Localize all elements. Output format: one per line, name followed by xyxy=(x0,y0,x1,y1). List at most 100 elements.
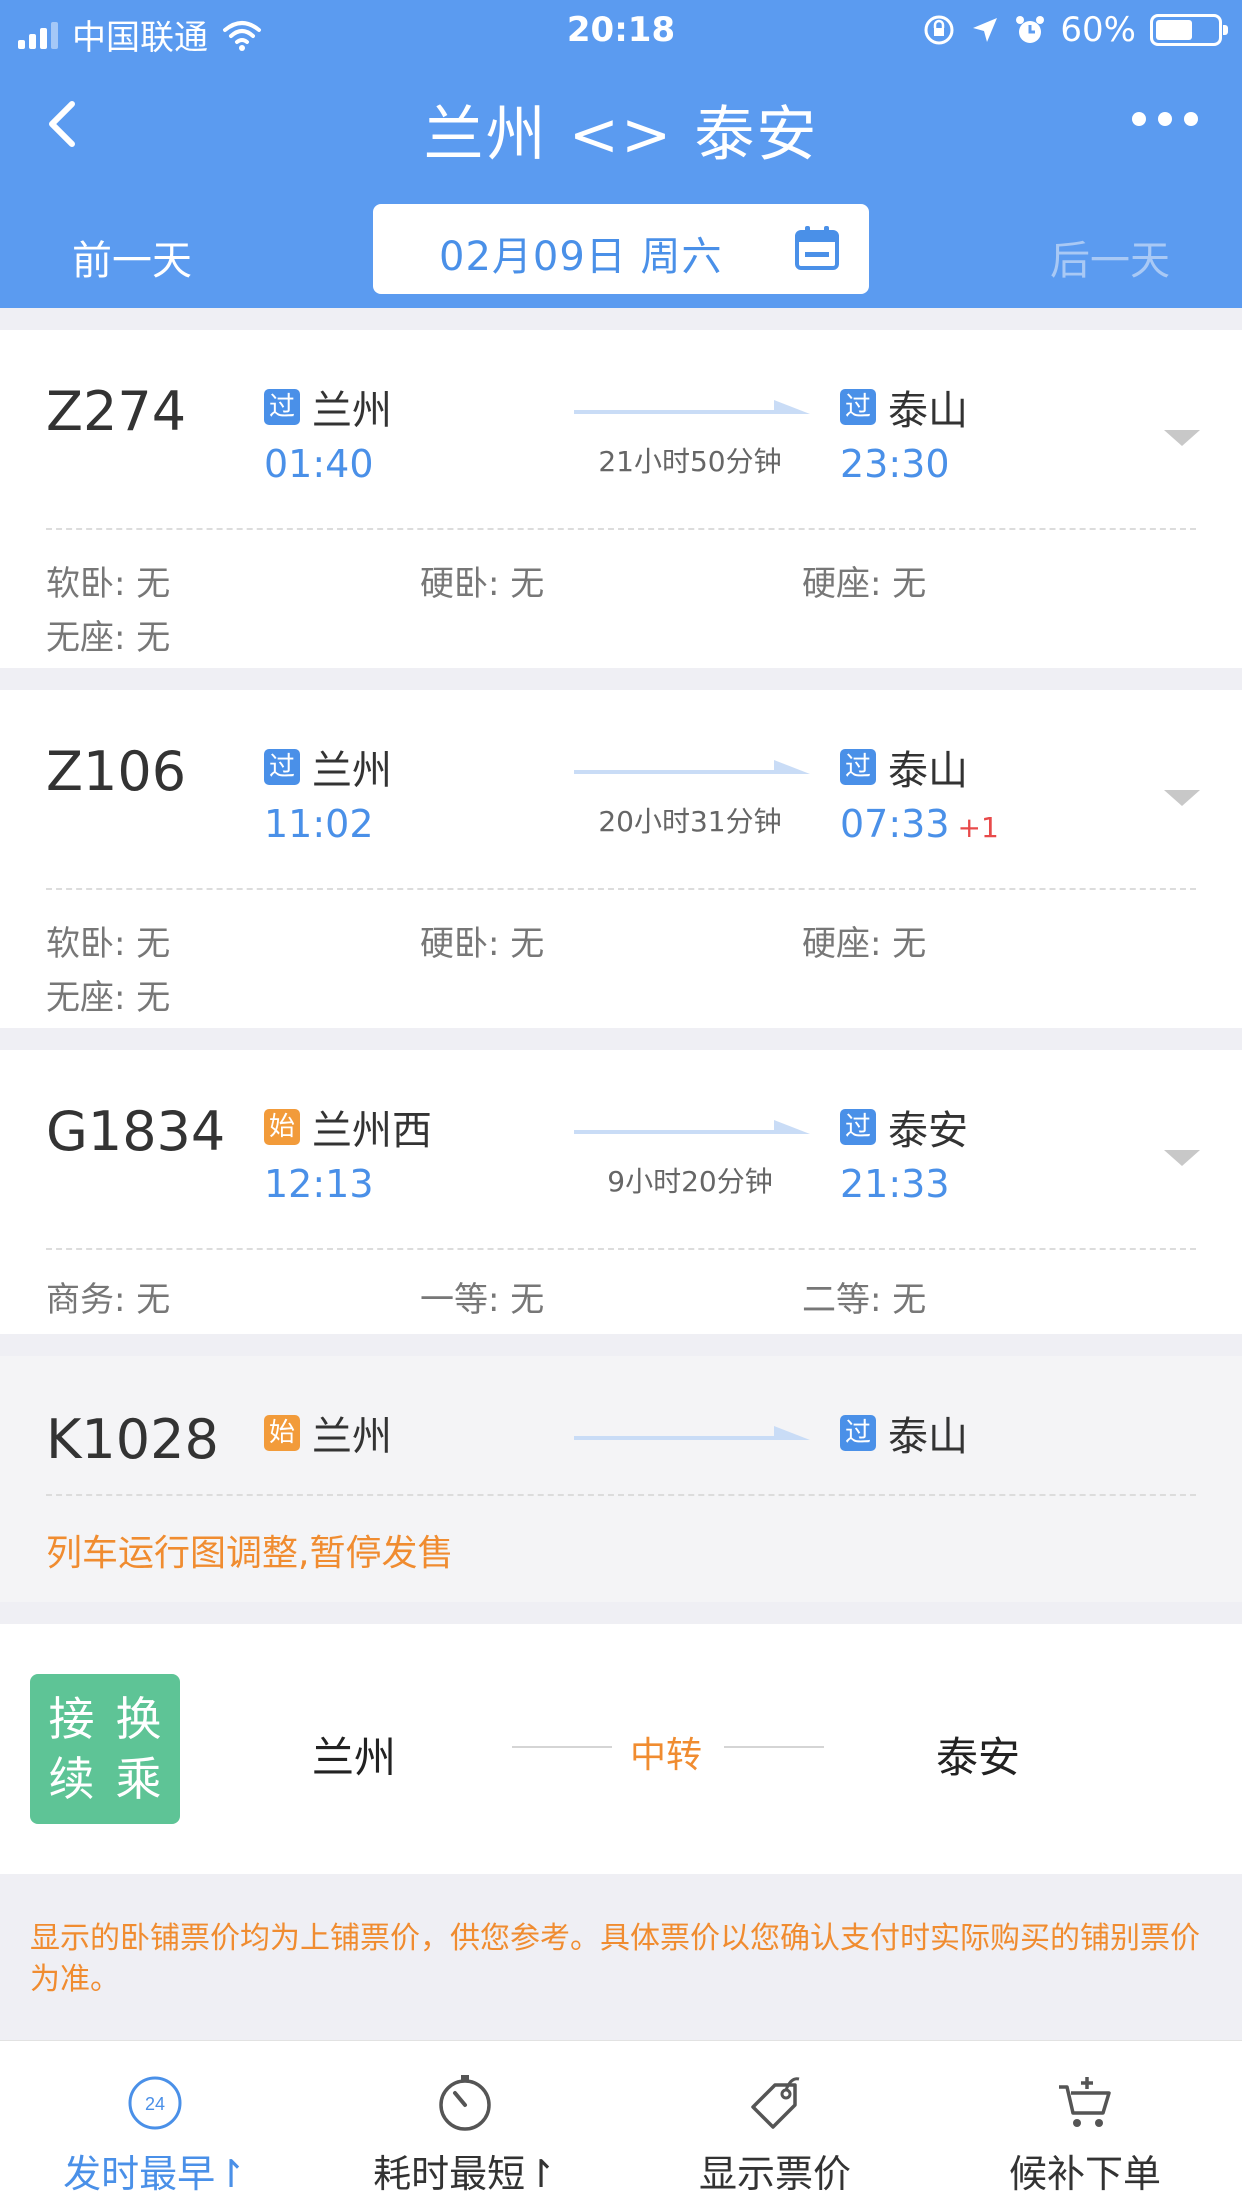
sort-marker: ↾ xyxy=(525,2152,557,2196)
more-dots-icon[interactable] xyxy=(1132,112,1198,126)
train-number: G1834 xyxy=(46,1100,226,1163)
transfer-from: 兰州 xyxy=(312,1733,397,1782)
cart-add-icon xyxy=(1059,2077,1111,2127)
alarm-icon xyxy=(1016,16,1045,43)
from-station: 兰州 xyxy=(312,388,392,434)
price-disclaimer: 显示的卧铺票价均为上铺票价，供您参考。具体票价以您确认支付时实际购买的铺别票价为… xyxy=(30,1921,1200,1997)
route-arrow-icon xyxy=(574,400,810,414)
status-bar: 中国联通 20:18 60% xyxy=(0,0,1242,62)
clock-24-icon: 24 xyxy=(128,2076,182,2130)
next-day-button[interactable]: 后一天 xyxy=(1050,228,1170,286)
to-station: 泰安 xyxy=(888,1108,968,1154)
divider xyxy=(46,888,1196,890)
origin-tag: 始 xyxy=(264,1415,300,1451)
sort-marker: ↾ xyxy=(215,2152,247,2196)
location-icon xyxy=(973,18,998,42)
header: 中国联通 20:18 60% 兰州 <> 泰安 前一天 02月09日 周六 后一… xyxy=(0,0,1242,308)
train-card-z106[interactable]: Z106 过 兰州 11:02 20小时31分钟 过 泰山 07:33 +1 软卧… xyxy=(0,690,1242,1028)
to-station: 泰山 xyxy=(888,388,968,434)
pass-through-tag: 过 xyxy=(264,749,300,785)
seat-availability: 硬座: 无 xyxy=(802,924,927,964)
toolbar-label: 候补下单 xyxy=(1008,2152,1161,2196)
bottom-toolbar: 24 发时最早↾ 耗时最短↾ 显示票价 候补下单 xyxy=(0,2040,1242,2208)
to-station: 泰山 xyxy=(888,748,968,794)
duration: 21小时50分钟 xyxy=(598,445,782,478)
badge-char: 续 xyxy=(48,1752,95,1806)
divider xyxy=(46,1248,1196,1250)
from-station: 兰州 xyxy=(312,1414,392,1460)
stopwatch-icon xyxy=(439,2075,491,2131)
seat-availability: 硬卧: 无 xyxy=(420,924,545,964)
page-title: 兰州 <> 泰安 xyxy=(423,100,819,170)
arrive-time: 21:33 xyxy=(840,1162,950,1206)
toolbar-label: 显示票价 xyxy=(698,2152,851,2196)
show-price-button[interactable]: 显示票价 xyxy=(620,2041,930,2208)
pass-through-tag: 过 xyxy=(840,1415,876,1451)
seat-availability: 硬卧: 无 xyxy=(420,564,545,604)
badge-char: 换 xyxy=(115,1692,162,1746)
date-bar: 前一天 02月09日 周六 后一天 xyxy=(0,200,1242,300)
seat-availability: 无座: 无 xyxy=(46,618,171,658)
toolbar-label: 发时最早 xyxy=(63,2152,216,2196)
pass-through-tag: 过 xyxy=(840,1109,876,1145)
seat-availability: 软卧: 无 xyxy=(46,564,171,604)
seat-availability: 二等: 无 xyxy=(802,1280,927,1320)
divider xyxy=(512,1746,612,1748)
sale-suspended-notice: 列车运行图调整,暂停发售 xyxy=(46,1533,454,1574)
divider xyxy=(46,1494,1196,1496)
seat-availability: 软卧: 无 xyxy=(46,924,171,964)
transfer-to: 泰安 xyxy=(936,1733,1021,1782)
depart-time: 12:13 xyxy=(264,1162,374,1206)
depart-time: 01:40 xyxy=(264,442,374,486)
toolbar-label: 耗时最短 xyxy=(373,2152,526,2196)
price-tag-icon xyxy=(751,2077,800,2129)
divider xyxy=(46,528,1196,530)
pass-through-tag: 过 xyxy=(264,389,300,425)
origin-tag: 始 xyxy=(264,1109,300,1145)
orientation-lock-icon xyxy=(924,15,954,45)
divider xyxy=(724,1746,824,1748)
duration: 20小时31分钟 xyxy=(598,805,782,838)
route-arrow-icon xyxy=(574,1120,810,1134)
badge-char: 乘 xyxy=(115,1752,162,1806)
battery-icon xyxy=(1150,14,1228,46)
next-day-badge: +1 xyxy=(957,811,999,844)
pass-through-tag: 过 xyxy=(840,749,876,785)
pass-through-tag: 过 xyxy=(840,389,876,425)
badge-char: 接 xyxy=(48,1692,95,1746)
seat-availability: 一等: 无 xyxy=(420,1280,545,1320)
train-number: Z274 xyxy=(46,380,187,443)
seat-availability: 无座: 无 xyxy=(46,978,171,1018)
sort-earliest-departure-button[interactable]: 24 发时最早↾ xyxy=(0,2041,310,2208)
seat-availability: 商务: 无 xyxy=(46,1280,171,1320)
sort-shortest-duration-button[interactable]: 耗时最短↾ xyxy=(310,2041,620,2208)
from-station: 兰州 xyxy=(312,748,392,794)
train-card-k1028[interactable]: K1028 始 兰州 过 泰山 列车运行图调整,暂停发售 xyxy=(0,1356,1242,1602)
train-card-g1834[interactable]: G1834 始 兰州西 12:13 9小时20分钟 过 泰安 21:33 商务:… xyxy=(0,1050,1242,1334)
depart-time: 11:02 xyxy=(264,802,374,846)
train-number: Z106 xyxy=(46,740,187,803)
transfer-badge: 接 换 续 乘 xyxy=(30,1674,180,1824)
seat-availability: 硬座: 无 xyxy=(802,564,927,604)
arrive-time: 07:33 xyxy=(840,802,950,846)
duration: 9小时20分钟 xyxy=(607,1165,773,1198)
chevron-down-icon[interactable] xyxy=(1164,788,1200,808)
chevron-down-icon[interactable] xyxy=(1164,1148,1200,1168)
route-arrow-icon xyxy=(574,1426,810,1440)
selected-date: 02月09日 周六 xyxy=(439,234,723,280)
from-station: 兰州西 xyxy=(312,1108,432,1154)
chevron-down-icon[interactable] xyxy=(1164,428,1200,448)
date-picker-button[interactable]: 02月09日 周六 xyxy=(373,204,869,294)
arrive-time: 23:30 xyxy=(840,442,950,486)
nav-bar: 兰州 <> 泰安 xyxy=(0,62,1242,190)
clock-number: 24 xyxy=(145,2094,165,2114)
train-number: K1028 xyxy=(46,1408,219,1471)
route-arrow-icon xyxy=(574,760,810,774)
transfer-option[interactable]: 接 换 续 乘 兰州 中转 泰安 xyxy=(0,1624,1242,1874)
battery-percent: 60% xyxy=(1060,10,1136,50)
waitlist-order-button[interactable]: 候补下单 xyxy=(930,2041,1240,2208)
to-station: 泰山 xyxy=(888,1414,968,1460)
prev-day-button[interactable]: 前一天 xyxy=(72,228,192,286)
transfer-label: 中转 xyxy=(630,1735,703,1776)
train-card-z274[interactable]: Z274 过 兰州 01:40 21小时50分钟 过 泰山 23:30 软卧: … xyxy=(0,330,1242,668)
